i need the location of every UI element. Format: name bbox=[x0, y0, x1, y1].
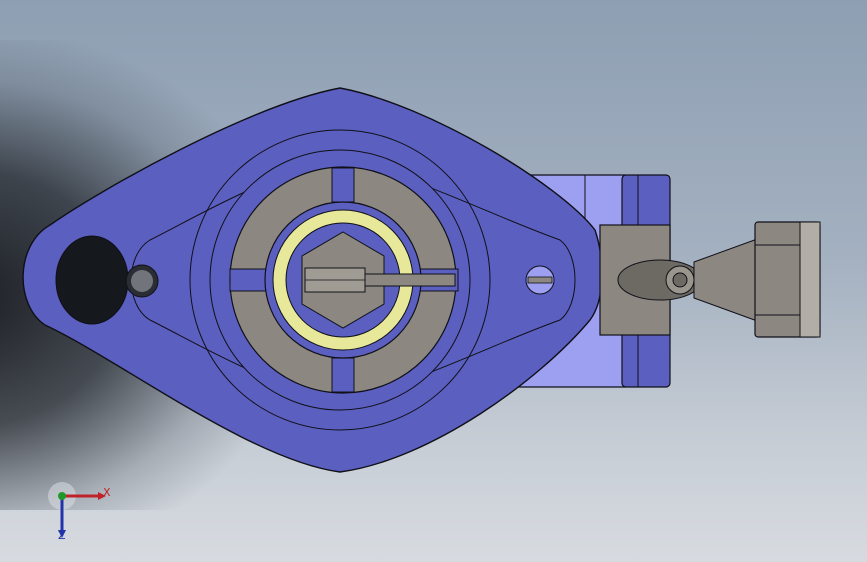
triad-z-label: Z bbox=[58, 529, 66, 542]
clevis-linkage[interactable] bbox=[599, 221, 821, 338]
mount-hole-right bbox=[525, 265, 555, 295]
cad-model[interactable] bbox=[0, 0, 867, 562]
graphics-viewport[interactable]: X Z bbox=[0, 0, 867, 562]
triad-x-label: X bbox=[103, 486, 111, 499]
